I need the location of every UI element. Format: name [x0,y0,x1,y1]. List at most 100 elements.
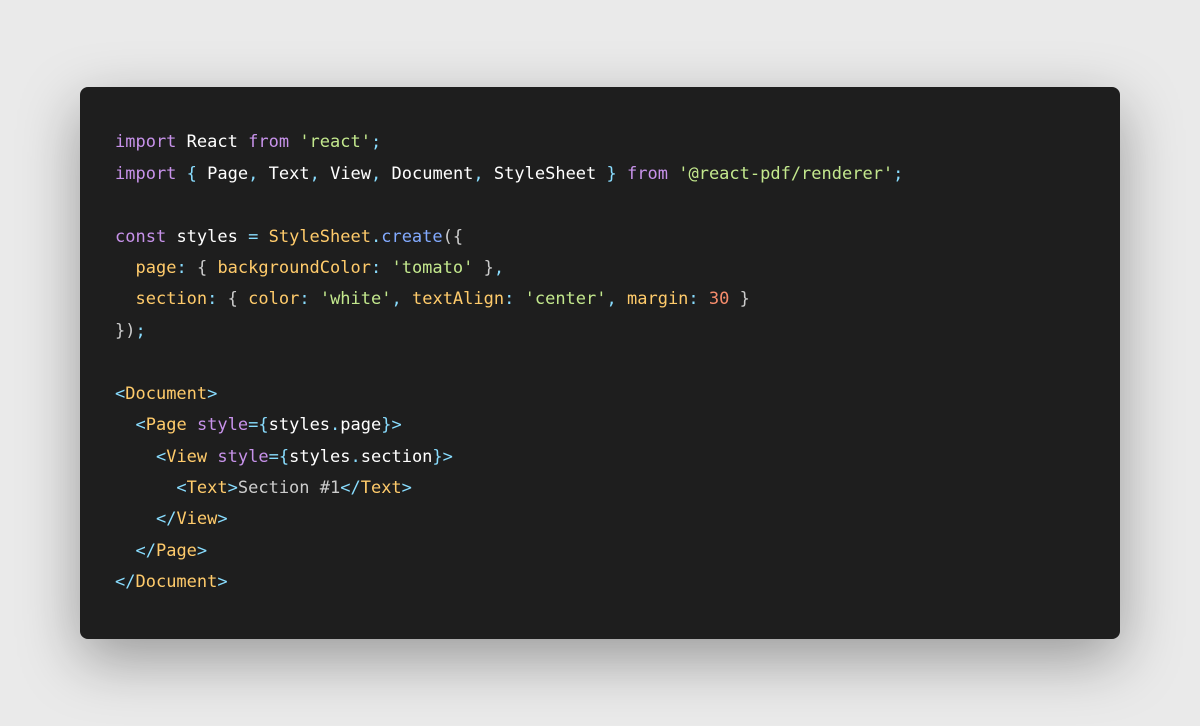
tag-page: Page [146,415,187,435]
code-line-7: }); [115,316,1085,347]
identifier-section: section [361,447,433,467]
keyword-from: from [248,132,289,152]
code-line-6: section: { color: 'white', textAlign: 'c… [115,284,1085,315]
comma: , [494,258,504,278]
class-stylesheet: StyleSheet [269,227,371,247]
code-line-14: </Page> [115,536,1085,567]
code-line-9: <Document> [115,379,1085,410]
brace-close: } [381,415,391,435]
number-30: 30 [709,289,729,309]
tag-close: > [392,415,402,435]
identifier-page: Page [207,164,248,184]
code-editor-window: import React from 'react'; import { Page… [80,87,1120,639]
comma: , [248,164,258,184]
brace-open: { [258,415,268,435]
attr-style: style [217,447,268,467]
tag-close: > [443,447,453,467]
tag-close: > [217,572,227,592]
keyword-import: import [115,164,176,184]
method-create: create [381,227,442,247]
identifier-react: React [187,132,238,152]
comma: , [371,164,381,184]
paren-open: ( [443,227,453,247]
code-line-4: const styles = StyleSheet.create({ [115,222,1085,253]
brace-close: } [432,447,442,467]
colon: : [176,258,186,278]
prop-margin: margin [627,289,688,309]
equals: = [248,227,258,247]
code-line-10: <Page style={styles.page}> [115,410,1085,441]
code-line-12: <Text>Section #1</Text> [115,473,1085,504]
tag-text: Text [187,478,228,498]
tag-text-close: Text [361,478,402,498]
comma: , [473,164,483,184]
comma: , [310,164,320,184]
tag-close-open: </ [135,541,155,561]
brace-open: { [279,447,289,467]
code-line-blank [115,190,1085,221]
tag-document-close: Document [135,572,217,592]
keyword-const: const [115,227,166,247]
tag-close: > [197,541,207,561]
tag-open: < [156,447,166,467]
paren-close: ) [125,321,135,341]
colon: : [504,289,514,309]
brace-open: { [187,164,197,184]
equals: = [269,447,279,467]
brace-close: } [607,164,617,184]
code-line-13: </View> [115,504,1085,535]
prop-section: section [135,289,207,309]
semicolon: ; [136,321,146,341]
brace-close: } [115,321,125,341]
tag-close-open: </ [115,572,135,592]
tag-close: > [207,384,217,404]
tag-open: < [115,384,125,404]
tag-close: > [402,478,412,498]
tag-open: < [176,478,186,498]
prop-textalign: textAlign [412,289,504,309]
colon: : [688,289,698,309]
string-center: 'center' [525,289,607,309]
tag-page-close: Page [156,541,197,561]
identifier-styles: styles [176,227,237,247]
tag-close-open: </ [156,509,176,529]
brace-close: } [740,289,750,309]
semicolon: ; [371,132,381,152]
colon: : [207,289,217,309]
tag-close: > [228,478,238,498]
brace-close: } [484,258,494,278]
identifier-document: Document [392,164,474,184]
text-section-content: Section #1 [238,478,340,498]
tag-open: < [135,415,145,435]
prop-color: color [248,289,299,309]
string-module: '@react-pdf/renderer' [678,164,893,184]
colon: : [371,258,381,278]
code-line-11: <View style={styles.section}> [115,442,1085,473]
code-line-1: import React from 'react'; [115,127,1085,158]
tag-close: > [217,509,227,529]
tag-view-close: View [176,509,217,529]
semicolon: ; [893,164,903,184]
tag-view: View [166,447,207,467]
equals: = [248,415,258,435]
brace-open: { [453,227,463,247]
tag-close-open: </ [340,478,360,498]
code-line-15: </Document> [115,567,1085,598]
code-line-2: import { Page, Text, View, Document, Sty… [115,159,1085,190]
string-white: 'white' [320,289,392,309]
string-tomato: 'tomato' [391,258,473,278]
keyword-import: import [115,132,176,152]
string-react: 'react' [299,132,371,152]
code-line-blank [115,347,1085,378]
identifier-styles: styles [289,447,350,467]
prop-page: page [135,258,176,278]
dot: . [371,227,381,247]
identifier-view: View [330,164,371,184]
code-line-5: page: { backgroundColor: 'tomato' }, [115,253,1085,284]
identifier-page: page [340,415,381,435]
comma: , [607,289,617,309]
attr-style: style [197,415,248,435]
tag-document: Document [125,384,207,404]
brace-open: { [197,258,207,278]
dot: . [330,415,340,435]
